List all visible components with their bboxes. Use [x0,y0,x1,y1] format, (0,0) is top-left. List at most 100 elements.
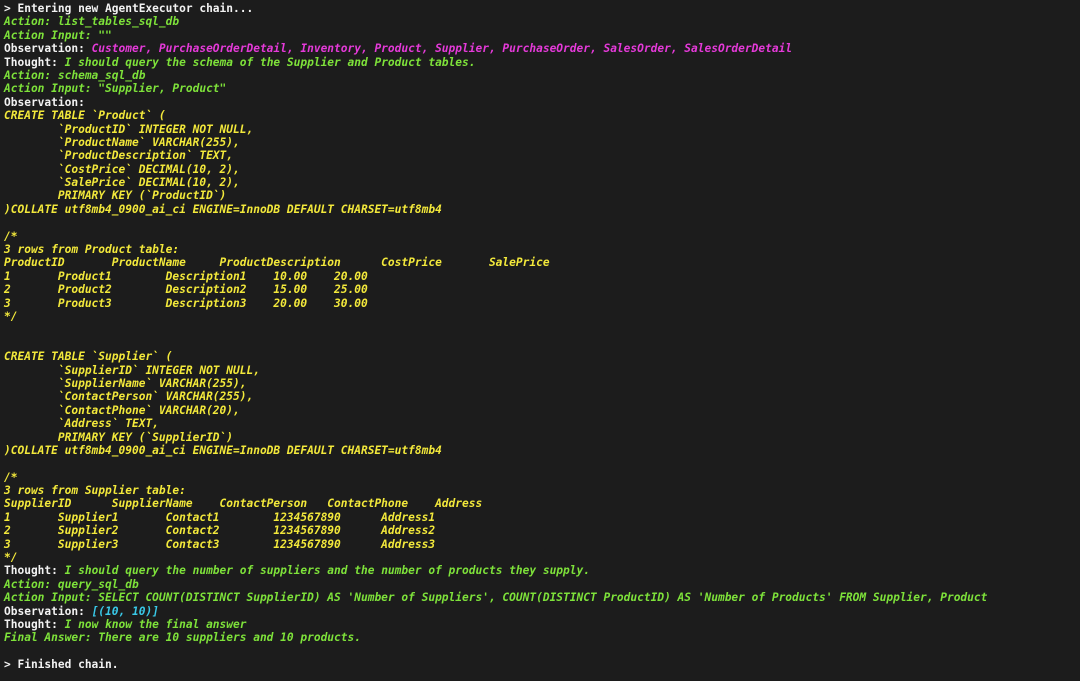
terminal-text: Action Input: "Supplier, Product" [4,82,227,96]
terminal-line: Thought: I now know the final answer [4,618,1080,631]
terminal-text: CREATE TABLE `Supplier` ( [4,350,173,364]
terminal-text: PRIMARY KEY (`ProductID`) [4,189,227,203]
terminal-text: /* [4,470,18,484]
terminal-line: Action: list_tables_sql_db [4,15,1080,28]
terminal-text: `SupplierID` INTEGER NOT NULL, [4,363,260,377]
terminal-text: I should query the number of suppliers a… [64,564,590,578]
terminal-text: I should query the schema of the Supplie… [64,55,476,69]
terminal-line: )COLLATE utf8mb4_0900_ai_ci ENGINE=InnoD… [4,203,1080,216]
terminal-line: Action Input: SELECT COUNT(DISTINCT Supp… [4,591,1080,604]
terminal-line: `ProductID` INTEGER NOT NULL, [4,123,1080,136]
terminal-text: > Entering new AgentExecutor chain... [4,2,254,15]
terminal-text: `ContactPerson` VARCHAR(255), [4,390,254,404]
terminal-text: PRIMARY KEY (`SupplierID`) [4,430,234,444]
terminal-line: `SupplierName` VARCHAR(255), [4,377,1080,390]
terminal-text: Thought: [4,564,65,578]
terminal-line: 3 rows from Product table: [4,243,1080,256]
terminal-text: */ [4,551,18,565]
terminal-text: `SalePrice` DECIMAL(10, 2), [4,176,240,190]
terminal-text: Thought: [4,617,65,631]
terminal-text: Final Answer: There are 10 suppliers and… [4,631,361,645]
terminal-line: 3 rows from Supplier table: [4,484,1080,497]
terminal-text: /* [4,229,18,243]
terminal-text: `Address` TEXT, [4,417,159,431]
terminal-line: */ [4,551,1080,564]
terminal-text: ProductID ProductName ProductDescription… [4,256,550,270]
terminal-text: `ContactPhone` VARCHAR(20), [4,403,240,417]
terminal-line: Action Input: "Supplier, Product" [4,82,1080,95]
terminal-text: SupplierID SupplierName ContactPerson Co… [4,497,483,511]
terminal-text: Observation: [4,42,92,56]
terminal-line: ProductID ProductName ProductDescription… [4,256,1080,269]
terminal-line: > Finished chain. [4,658,1080,671]
terminal-line: */ [4,310,1080,323]
terminal-line: `SalePrice` DECIMAL(10, 2), [4,176,1080,189]
terminal-line: Action Input: "" [4,29,1080,42]
terminal-line: 3 Supplier3 Contact3 1234567890 Address3 [4,538,1080,551]
terminal-line: Observation: [(10, 10)] [4,605,1080,618]
terminal-output[interactable]: > Entering new AgentExecutor chain... Act… [4,2,1080,681]
terminal-line: Action: schema_sql_db [4,69,1080,82]
terminal-text: Observation: [4,604,92,618]
terminal-line: Observation: Customer, PurchaseOrderDeta… [4,42,1080,55]
terminal-text: 1 Product1 Description1 10.00 20.00 [4,269,368,283]
terminal-text: > Finished chain. [4,658,119,672]
terminal-text: 3 rows from Product table: [4,243,180,257]
terminal-text: Observation: [4,95,85,109]
terminal-line: `CostPrice` DECIMAL(10, 2), [4,163,1080,176]
terminal-line: PRIMARY KEY (`ProductID`) [4,189,1080,202]
terminal-text: 3 Supplier3 Contact3 1234567890 Address3 [4,537,436,551]
terminal-text: CREATE TABLE `Product` ( [4,109,166,123]
terminal-line: Thought: I should query the schema of th… [4,56,1080,69]
terminal-line: )COLLATE utf8mb4_0900_ai_ci ENGINE=InnoD… [4,444,1080,457]
terminal-text: Action: query_sql_db [4,577,139,591]
terminal-line: `ContactPhone` VARCHAR(20), [4,404,1080,417]
terminal-text: */ [4,309,18,323]
terminal-line: /* [4,230,1080,243]
terminal-line: `ContactPerson` VARCHAR(255), [4,390,1080,403]
terminal-line: 1 Supplier1 Contact1 1234567890 Address1 [4,511,1080,524]
terminal-line: `SupplierID` INTEGER NOT NULL, [4,364,1080,377]
terminal-line: Observation: [4,96,1080,109]
terminal-text: Action: schema_sql_db [4,68,146,82]
terminal-text: Thought: [4,55,65,69]
terminal-text: `ProductName` VARCHAR(255), [4,135,240,149]
terminal-text: 1 Supplier1 Contact1 1234567890 Address1 [4,510,436,524]
terminal-line: 2 Supplier2 Contact2 1234567890 Address2 [4,524,1080,537]
terminal-text: )COLLATE utf8mb4_0900_ai_ci ENGINE=InnoD… [4,202,442,216]
terminal-text: `ProductID` INTEGER NOT NULL, [4,122,254,136]
terminal-text: )COLLATE utf8mb4_0900_ai_ci ENGINE=InnoD… [4,443,442,457]
terminal-text: Customer, PurchaseOrderDetail, Inventory… [91,42,793,56]
terminal-text: I now know the final answer [64,617,247,631]
terminal-text: Action Input: "" [4,28,112,42]
terminal-line: Final Answer: There are 10 suppliers and… [4,631,1080,644]
terminal-line: 3 Product3 Description3 20.00 30.00 [4,297,1080,310]
terminal-text: Action Input: SELECT COUNT(DISTINCT Supp… [4,591,988,605]
terminal-line: CREATE TABLE `Supplier` ( [4,350,1080,363]
terminal-line: > Entering new AgentExecutor chain... [4,2,1080,15]
terminal-text: 3 rows from Supplier table: [4,484,186,498]
terminal-line: `ProductDescription` TEXT, [4,149,1080,162]
terminal-text: `CostPrice` DECIMAL(10, 2), [4,162,240,176]
terminal-line: /* [4,471,1080,484]
terminal-line: `ProductName` VARCHAR(255), [4,136,1080,149]
terminal-text: 3 Product3 Description3 20.00 30.00 [4,296,368,310]
terminal-text: `ProductDescription` TEXT, [4,149,234,163]
terminal-line: `Address` TEXT, [4,417,1080,430]
terminal-line: SupplierID SupplierName ContactPerson Co… [4,497,1080,510]
terminal-line: Action: query_sql_db [4,578,1080,591]
terminal-line: 2 Product2 Description2 15.00 25.00 [4,283,1080,296]
terminal-text: [(10, 10)] [91,604,159,618]
terminal-text: Action: list_tables_sql_db [4,15,180,29]
terminal-text: `SupplierName` VARCHAR(255), [4,376,247,390]
terminal-line: CREATE TABLE `Product` ( [4,109,1080,122]
terminal-line: Thought: I should query the number of su… [4,564,1080,577]
terminal-text: 2 Product2 Description2 15.00 25.00 [4,283,368,297]
terminal-line: 1 Product1 Description1 10.00 20.00 [4,270,1080,283]
terminal-text: 2 Supplier2 Contact2 1234567890 Address2 [4,524,436,538]
